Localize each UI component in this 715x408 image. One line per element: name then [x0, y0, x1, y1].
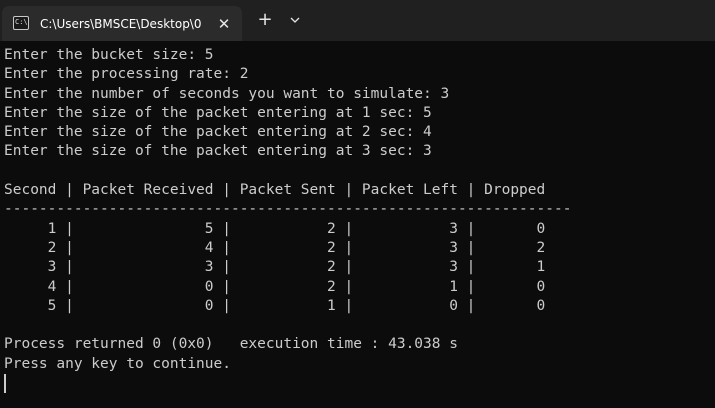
input-line: Enter the size of the packet entering at…	[4, 104, 432, 121]
input-line: Enter the number of seconds you want to …	[4, 85, 450, 102]
input-line: Enter the bucket size: 5	[4, 47, 214, 63]
table-row: 2 | 4 | 2 | 3 | 2	[4, 239, 546, 256]
table-row: 3 | 3 | 2 | 3 | 1	[4, 259, 546, 276]
terminal-tab[interactable]: C:\ C:\Users\BMSCE\Desktop\080 ✕	[2, 6, 242, 41]
table-row: 5 | 0 | 1 | 0 | 0	[4, 297, 546, 314]
terminal-window: C:\ C:\Users\BMSCE\Desktop\080 ✕ + Enter…	[0, 0, 715, 408]
continue-prompt: Press any key to continue.	[4, 355, 231, 372]
text-cursor	[4, 374, 6, 394]
tab-dropdown-button[interactable]	[284, 9, 306, 31]
input-line: Enter the processing rate: 2	[4, 66, 249, 83]
console-output[interactable]: Enter the bucket size: 5 Enter the proce…	[4, 46, 710, 402]
new-tab-button[interactable]: +	[254, 9, 276, 31]
table-header: Second | Packet Received | Packet Sent |…	[4, 182, 546, 199]
input-line: Enter the size of the packet entering at…	[4, 143, 432, 160]
table-row: 4 | 0 | 2 | 1 | 0	[4, 278, 546, 295]
close-tab-button[interactable]: ✕	[214, 14, 234, 34]
cmd-icon: C:\	[13, 16, 29, 30]
table-row: 1 | 5 | 2 | 3 | 0	[4, 220, 546, 237]
title-bar: C:\ C:\Users\BMSCE\Desktop\080 ✕ +	[0, 0, 715, 41]
chevron-down-icon	[290, 17, 300, 23]
tab-title: C:\Users\BMSCE\Desktop\080	[40, 17, 202, 31]
input-line: Enter the size of the packet entering at…	[4, 124, 432, 141]
table-divider: ----------------------------------------…	[4, 201, 572, 218]
process-status-line: Process returned 0 (0x0) execution time …	[4, 336, 458, 353]
